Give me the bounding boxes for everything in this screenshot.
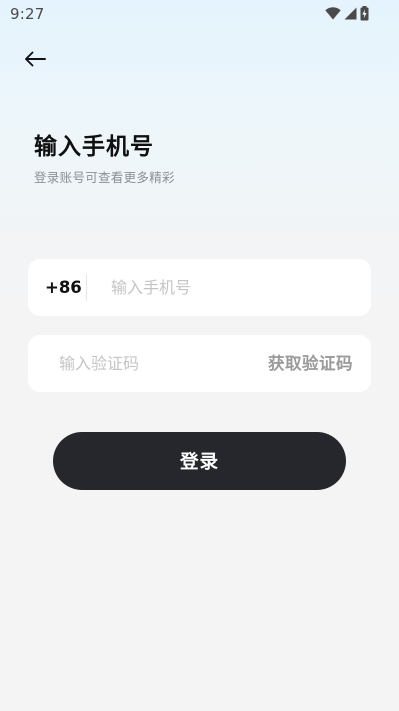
- verification-code-input[interactable]: [59, 335, 249, 392]
- signal-icon: [344, 7, 357, 20]
- phone-input-card: +86: [28, 259, 371, 316]
- phone-number-input[interactable]: [111, 259, 351, 316]
- back-button[interactable]: [18, 46, 52, 76]
- login-button-label: 登录: [179, 452, 219, 473]
- login-button[interactable]: 登录: [53, 432, 346, 490]
- status-time: 9:27: [10, 5, 45, 23]
- page-subtitle: 登录账号可查看更多精彩: [34, 170, 175, 185]
- divider: [86, 274, 87, 301]
- country-code-selector[interactable]: +86: [45, 259, 82, 316]
- arrow-left-icon: [24, 51, 46, 71]
- status-bar: 9:27: [0, 0, 399, 28]
- status-icons: [325, 6, 369, 21]
- verification-code-card: 获取验证码: [28, 335, 371, 392]
- get-code-button[interactable]: 获取验证码: [268, 335, 353, 392]
- wifi-icon: [325, 7, 341, 20]
- page-title: 输入手机号: [34, 134, 154, 160]
- battery-icon: [360, 6, 369, 21]
